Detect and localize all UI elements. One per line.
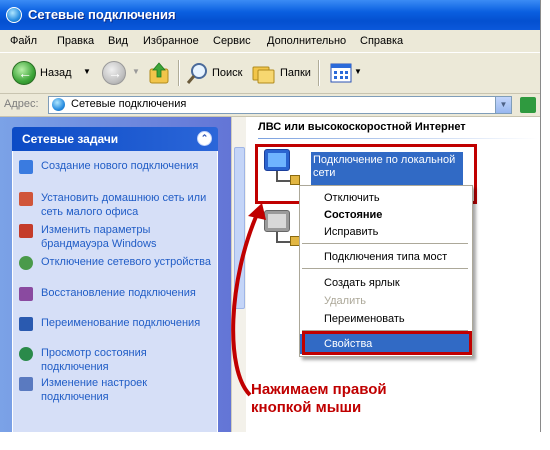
explorer-window: Сетевые подключения Файл Правка Вид Избр… xyxy=(0,0,541,432)
arrow-head-icon xyxy=(248,203,266,220)
annotation-line-1: Нажимаем правой xyxy=(251,381,387,398)
annotation-arrow xyxy=(231,203,266,397)
annotation-line-2: кнопкой мыши xyxy=(251,399,362,416)
annotation-text: Нажимаем правой кнопкой мыши xyxy=(251,381,387,417)
